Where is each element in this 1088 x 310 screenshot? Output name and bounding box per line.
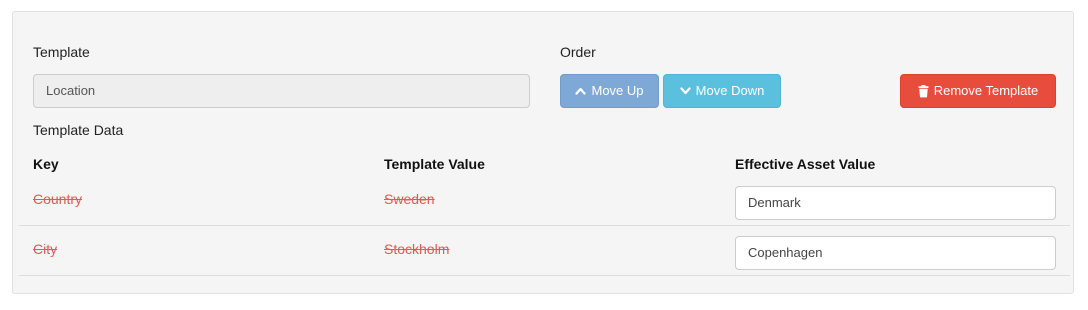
move-down-label: Move Down: [695, 83, 765, 98]
trash-icon: [918, 84, 929, 98]
table-row: City Stockholm Copenhagen: [19, 226, 1070, 276]
template-field[interactable]: Location: [33, 74, 530, 108]
template-data-heading: Template Data: [33, 122, 124, 138]
effective-value-input[interactable]: Denmark: [735, 186, 1056, 220]
move-down-button[interactable]: Move Down: [663, 74, 781, 108]
chevron-down-icon: [680, 87, 691, 95]
row-template-value: Stockholm: [384, 241, 450, 257]
column-header-key: Key: [33, 156, 59, 172]
row-template-value: Sweden: [384, 191, 435, 207]
move-up-label: Move Up: [591, 83, 644, 98]
column-header-effective-value: Effective Asset Value: [735, 156, 876, 172]
remove-template-button[interactable]: Remove Template: [900, 74, 1056, 108]
chevron-up-icon: [575, 87, 587, 95]
move-up-button[interactable]: Move Up: [560, 74, 659, 108]
table-row: Country Sweden Denmark: [19, 176, 1070, 226]
row-key: City: [33, 241, 58, 257]
template-label: Template: [33, 44, 90, 60]
remove-template-label: Remove Template: [933, 83, 1039, 98]
column-header-template-value: Template Value: [384, 156, 485, 172]
template-panel: Template Location Order Move Up Move Dow…: [12, 11, 1074, 294]
effective-value-input[interactable]: Copenhagen: [735, 236, 1056, 270]
row-key: Country: [33, 191, 83, 207]
order-label: Order: [560, 44, 596, 60]
